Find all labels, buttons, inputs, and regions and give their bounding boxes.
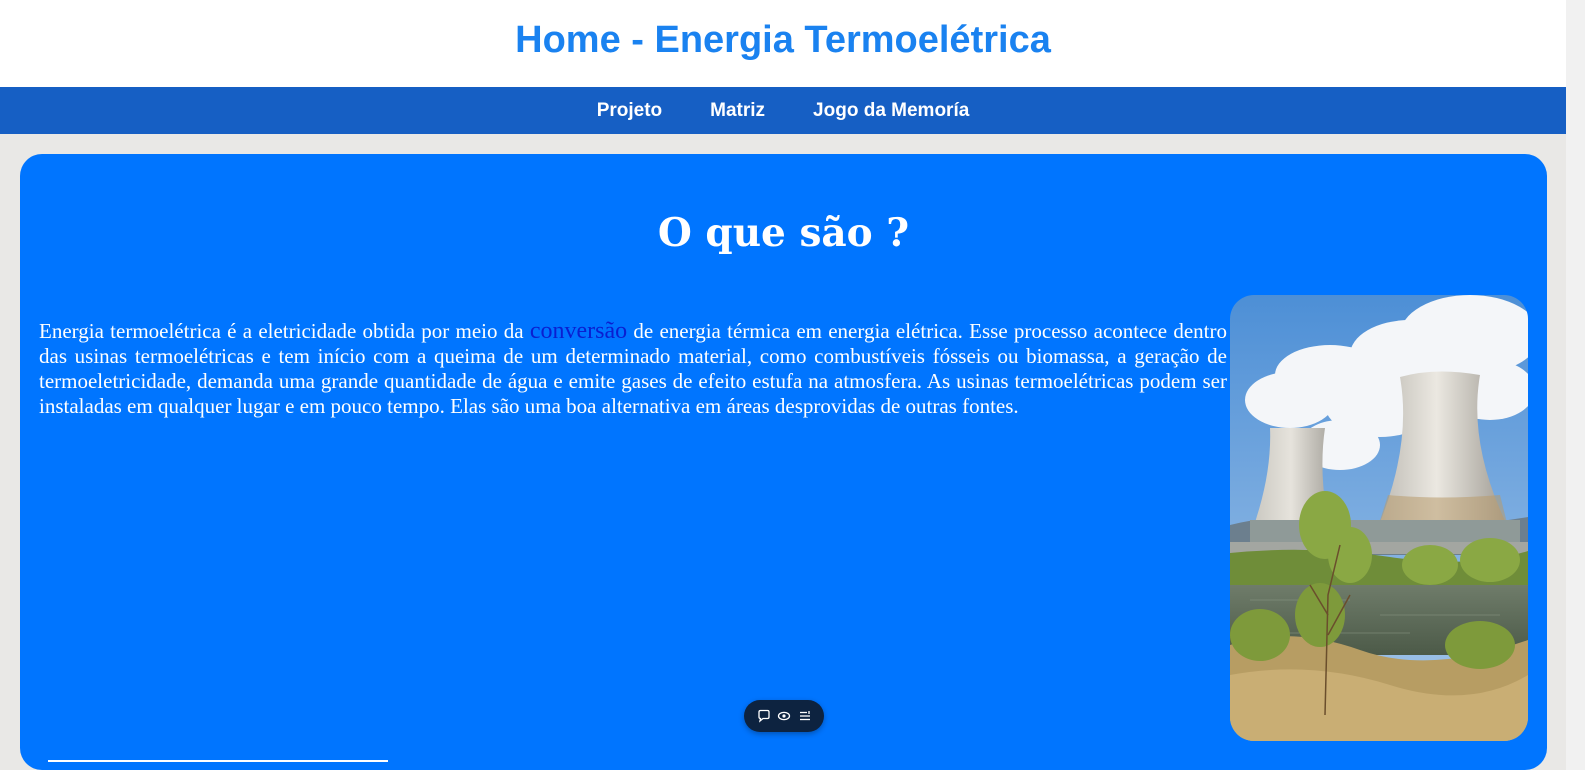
nav-link-projeto[interactable]: Projeto xyxy=(597,100,662,122)
cooling-towers-photo xyxy=(1230,295,1528,741)
content-card: O que são ? Energia termoelétrica é a el… xyxy=(20,154,1547,770)
nav-link-matriz[interactable]: Matriz xyxy=(710,100,765,122)
section-heading: O que são ? xyxy=(657,210,910,256)
page-scrollbar[interactable] xyxy=(1566,0,1585,770)
list-icon[interactable] xyxy=(798,709,812,723)
main-navbar: Projeto Matriz Jogo da Memoría xyxy=(0,87,1566,134)
paragraph-text-start: Energia termoelétrica é a eletricidade o… xyxy=(39,319,530,343)
floating-toolbar xyxy=(744,700,824,732)
bottom-divider xyxy=(48,760,388,762)
eye-icon[interactable] xyxy=(777,709,791,723)
page-title: Home - Energia Termoelétrica xyxy=(515,19,1051,61)
description-paragraph: Energia termoelétrica é a eletricidade o… xyxy=(39,319,1227,419)
comment-icon[interactable] xyxy=(757,709,771,723)
page-header: Home - Energia Termoelétrica xyxy=(0,0,1566,87)
highlight-word: conversão xyxy=(529,318,628,344)
nav-link-jogo-da-memoria[interactable]: Jogo da Memoría xyxy=(813,100,969,122)
